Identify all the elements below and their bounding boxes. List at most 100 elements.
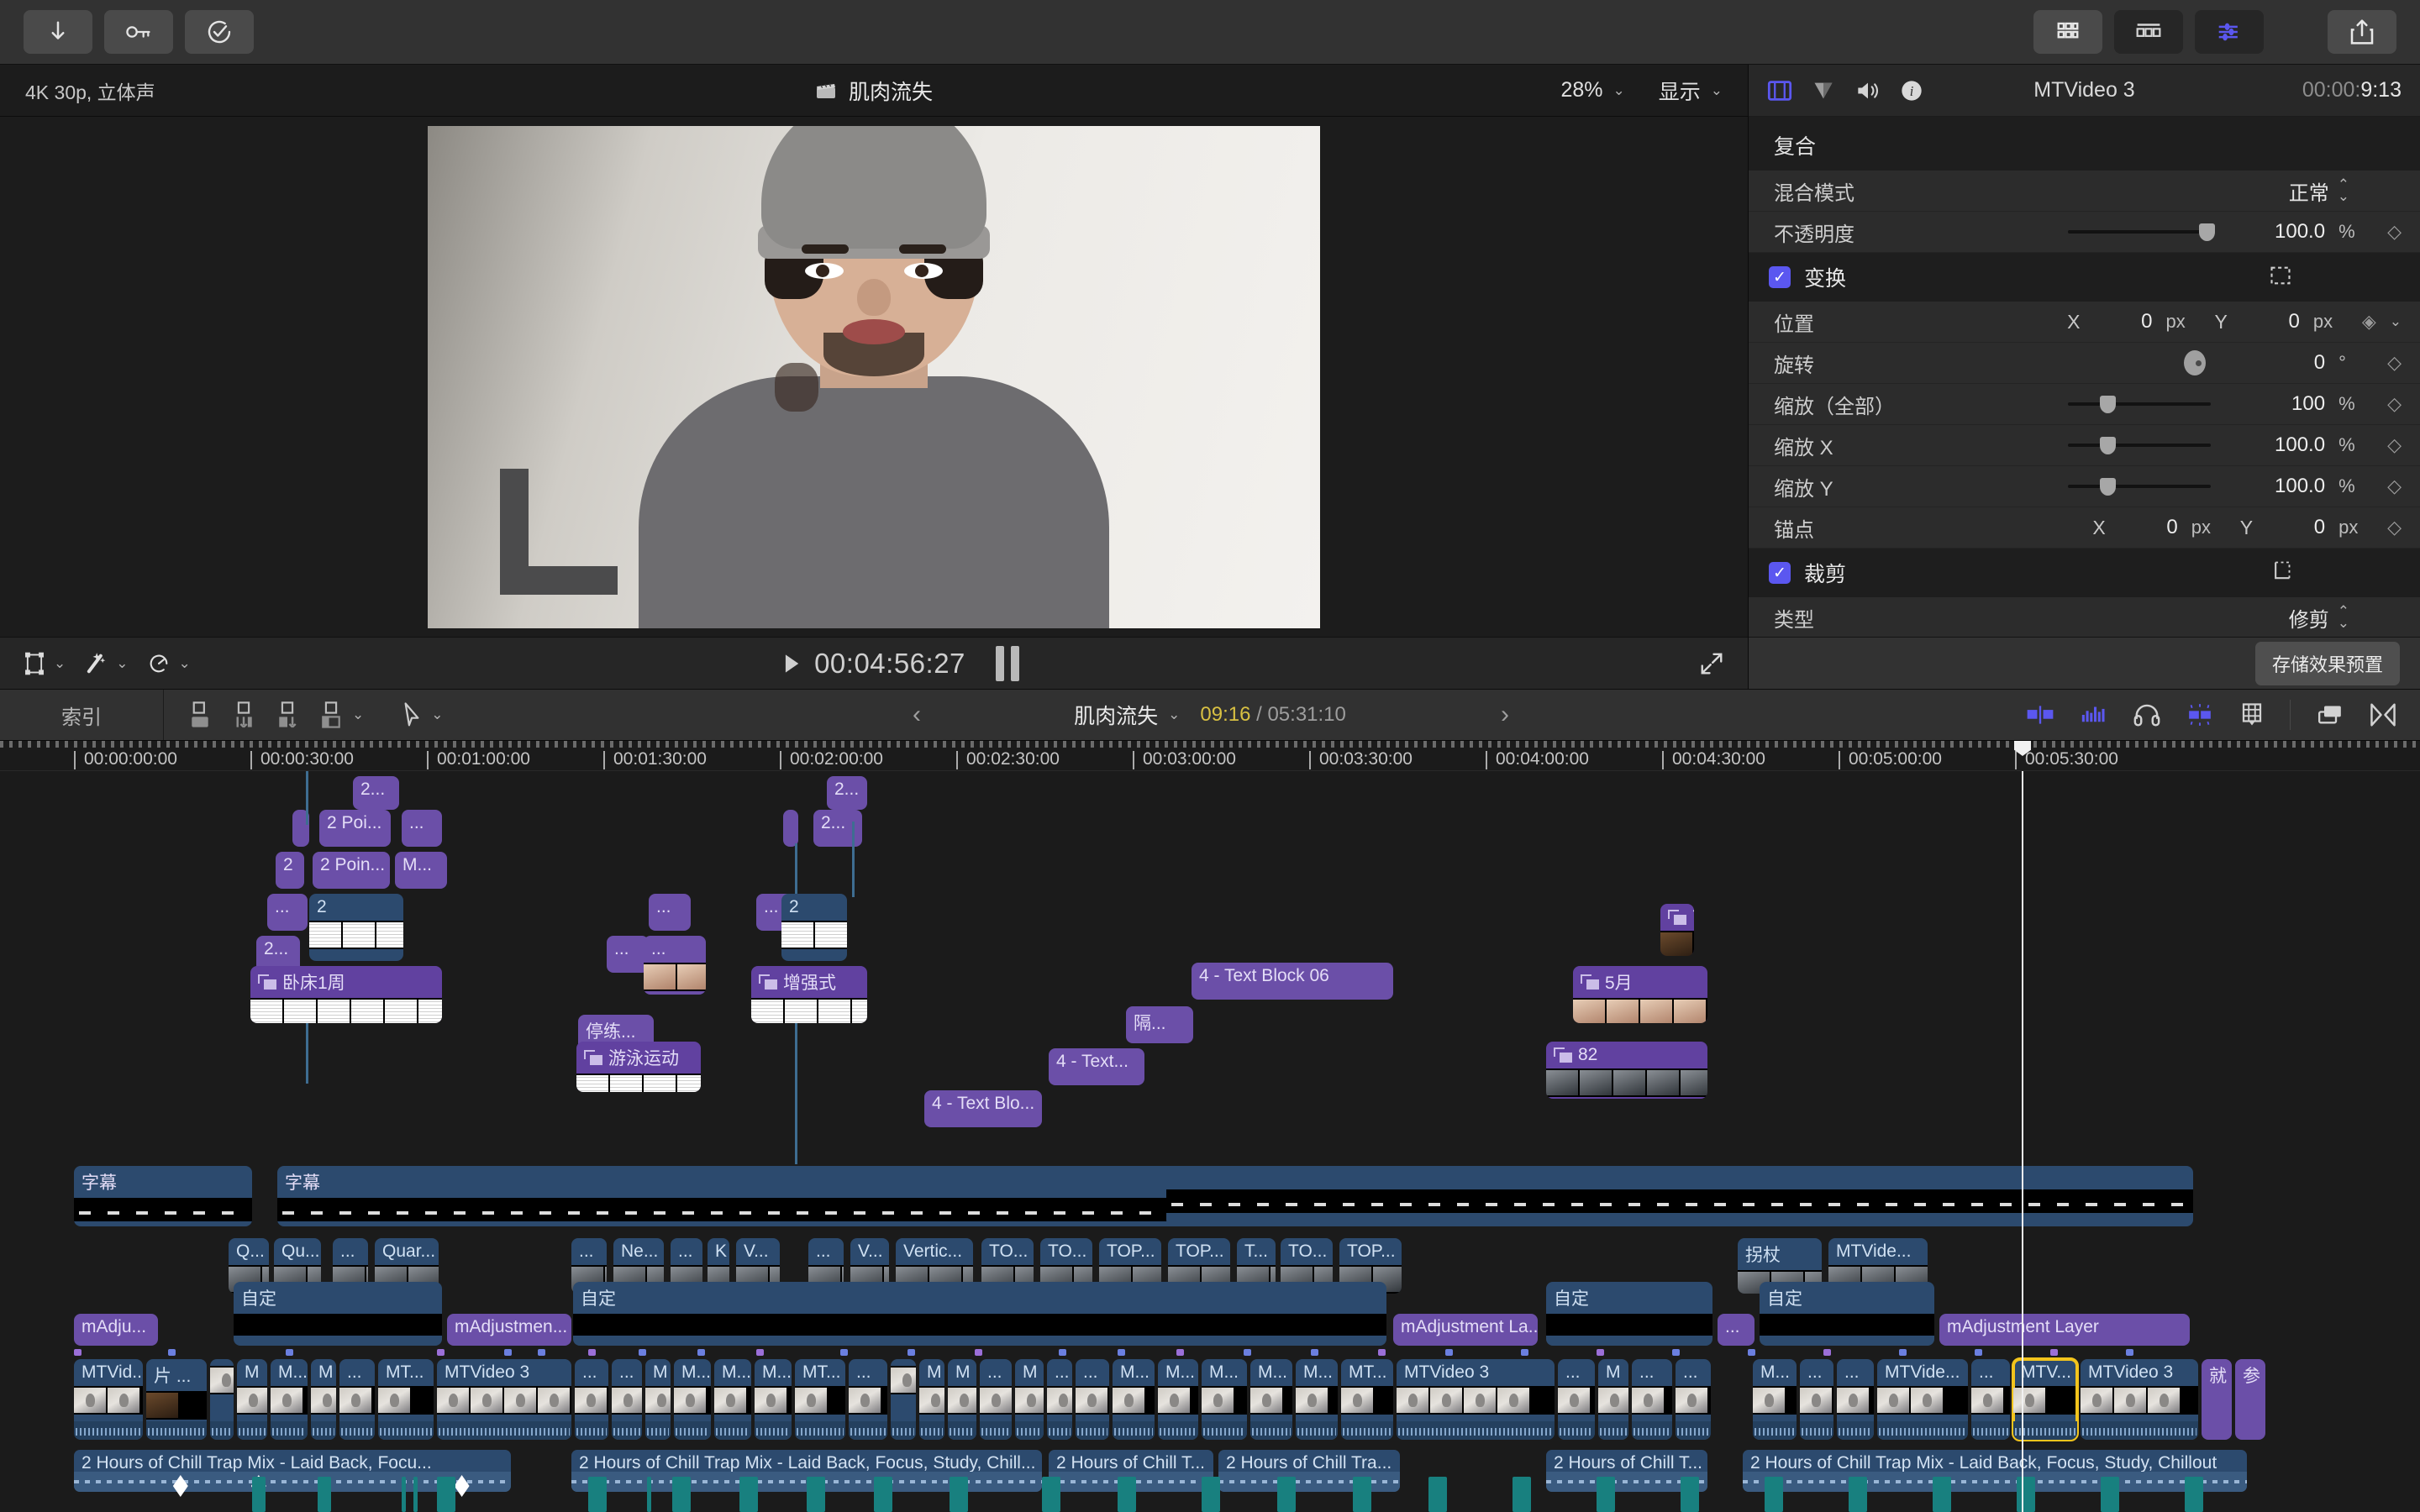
timeline-title-clip[interactable]: ...	[607, 936, 649, 973]
timeline-subtitle-clip[interactable]: 字幕	[74, 1166, 252, 1226]
transform-onscreen-controls-button[interactable]	[2269, 265, 2292, 290]
previous-project-button[interactable]: ‹	[913, 701, 921, 729]
overwrite-clip-icon[interactable]	[318, 701, 344, 729]
display-options-menu[interactable]: 显示 ⌄	[1659, 76, 1723, 106]
scale-all-value[interactable]: 100	[2224, 392, 2325, 416]
timeline-main-clip[interactable]: M...	[1250, 1359, 1292, 1440]
timeline-main-clip[interactable]	[891, 1359, 916, 1440]
timeline-main-clip[interactable]: ...	[612, 1359, 642, 1440]
timeline-main-clip[interactable]: M	[311, 1359, 336, 1440]
timeline-main-clip[interactable]: ...	[1837, 1359, 1874, 1440]
chevron-down-icon[interactable]: ⌄	[2390, 313, 2402, 330]
crop-section-header[interactable]: ✓ 裁剪	[1749, 549, 2420, 597]
timeline-main-clip[interactable]: M...	[271, 1359, 308, 1440]
keyframe-diamond-icon[interactable]: ◇	[2387, 475, 2402, 497]
crop-type-popup[interactable]: 修剪 ⌃ ⌄	[2289, 603, 2349, 633]
timeline-main-clip[interactable]: M...	[755, 1359, 792, 1440]
next-project-button[interactable]: ›	[1501, 701, 1509, 729]
opacity-slider[interactable]	[2068, 223, 2216, 241]
chevron-down-icon[interactable]: ⌄	[431, 706, 443, 723]
transform-enable-checkbox[interactable]: ✓	[1769, 266, 1791, 288]
save-effects-preset-button[interactable]: 存储效果预置	[2254, 641, 2400, 685]
scale-x-slider[interactable]	[2068, 437, 2212, 454]
timeline-storyline-clip[interactable]: ...	[644, 936, 706, 995]
transform-tool[interactable]: ⌄	[24, 652, 66, 675]
timeline-title-clip[interactable]: 2 Poin...	[313, 852, 390, 889]
fit-width-icon[interactable]	[2370, 702, 2396, 727]
timeline-main-clip[interactable]: MT...	[1341, 1359, 1393, 1440]
timeline-title-clip[interactable]: ...	[402, 810, 442, 847]
blend-mode-popup[interactable]: 正常 ⌃ ⌄	[2289, 176, 2349, 206]
timeline-main-clip[interactable]: M	[1015, 1359, 1044, 1440]
timeline-compound-clip[interactable]: 增强式	[751, 966, 867, 1023]
expand-arrows-icon[interactable]	[1699, 651, 1724, 676]
rotation-row[interactable]: 旋转 0 ° ◇	[1749, 343, 2420, 384]
timeline-title-clip[interactable]: ...	[267, 894, 308, 931]
timeline-title-clip[interactable]: 隔...	[1126, 1006, 1193, 1043]
viewer-canvas[interactable]	[0, 117, 1748, 637]
scale-y-value[interactable]: 100.0	[2224, 475, 2325, 498]
timeline-main-clip[interactable]: MTVideo 3	[437, 1359, 571, 1440]
timeline-main-clip[interactable]: ...	[339, 1359, 375, 1440]
import-media-button[interactable]	[24, 10, 92, 54]
timeline-adjustment-clip[interactable]: 自定	[234, 1282, 442, 1346]
timeline-main-clip[interactable]: ...	[1076, 1359, 1109, 1440]
analyze-button[interactable]	[185, 10, 254, 54]
timeline-index-button[interactable]: 索引	[0, 690, 164, 740]
timeline-tracks[interactable]: 2... 2 Poi...... 2 2 Poin... M...... 2... 2...…	[0, 771, 2420, 1512]
timeline-main-clip[interactable]: MT...	[378, 1359, 434, 1440]
timeline-adjustment-clip[interactable]: mAdjustmen...	[447, 1314, 571, 1346]
timeline-main-clip[interactable]: M...	[1202, 1359, 1247, 1440]
timeline-ruler[interactable]: 00:00:00:00 00:00:30:00 00:01:00:00 00:01:3…	[0, 741, 2420, 771]
timeline-main-clip[interactable]: M...	[674, 1359, 711, 1440]
timeline-main-clip[interactable]: M	[919, 1359, 944, 1440]
timeline-main-clip[interactable]: ...	[1047, 1359, 1072, 1440]
timeline-main-clip[interactable]: ...	[1676, 1359, 1711, 1440]
timeline-compound-clip[interactable]: 卧床1周	[250, 966, 442, 1023]
timeline-title-clip[interactable]: 2...	[813, 810, 862, 847]
audio-bars-icon[interactable]	[2080, 704, 2108, 726]
anchor-y-value[interactable]: 0	[2266, 516, 2325, 539]
timeline-main-clip[interactable]: ...	[1800, 1359, 1833, 1440]
keyframe-diamond-icon[interactable]: ◇	[2387, 352, 2402, 374]
timeline-main-clip[interactable]: ...	[1632, 1359, 1672, 1440]
timeline-main-clip[interactable]: M...	[714, 1359, 751, 1440]
connect-clip-icon[interactable]	[187, 701, 213, 729]
scale-all-row[interactable]: 缩放（全部） 100 % ◇	[1749, 384, 2420, 425]
timeline-adjustment-clip[interactable]: mAdjustment Layer	[1939, 1314, 2190, 1346]
timeline-main-clip[interactable]: MT...	[795, 1359, 845, 1440]
timeline-main-clip[interactable]: 就	[2202, 1359, 2232, 1440]
timeline-area[interactable]: 00:00:00:00 00:00:30:00 00:01:00:00 00:01:3…	[0, 741, 2420, 1512]
timeline-main-clip[interactable]: ...	[575, 1359, 608, 1440]
timeline-adjustment-clip[interactable]: mAdjustment La...	[1393, 1314, 1538, 1346]
timeline-title-clip[interactable]	[783, 810, 798, 847]
crop-enable-checkbox[interactable]: ✓	[1769, 562, 1791, 584]
insert-clip-icon[interactable]	[231, 701, 256, 729]
timeline-title-clip[interactable]: M...	[395, 852, 447, 889]
timeline-storyline-clip[interactable]: 2	[781, 894, 847, 961]
timeline-main-clip[interactable]: M	[1598, 1359, 1628, 1440]
timeline-adjustment-clip[interactable]: 自定	[1760, 1282, 1934, 1346]
keyframe-add-icon[interactable]: ◈	[2362, 311, 2376, 333]
scale-y-slider[interactable]	[2068, 478, 2212, 496]
timeline-title-clip[interactable]: 4 - Text...	[1049, 1048, 1144, 1085]
scale-x-row[interactable]: 缩放 X 100.0 % ◇	[1749, 425, 2420, 466]
info-circle-icon[interactable]: i	[1900, 79, 1923, 102]
timeline-title-clip[interactable]: 4 - Text Block 06	[1192, 963, 1393, 1000]
timeline-title-clip[interactable]: 2 Poi...	[319, 810, 391, 847]
keyword-button[interactable]	[104, 10, 173, 54]
keyframe-diamond-icon[interactable]: ◇	[2387, 221, 2402, 243]
timeline-main-clip[interactable]: M	[237, 1359, 267, 1440]
timeline-compound-clip[interactable]: 游泳运动	[576, 1042, 701, 1092]
playhead[interactable]	[2022, 771, 2023, 1512]
anchor-x-value[interactable]: 0	[2119, 516, 2177, 539]
timeline-storyline-clip[interactable]: 2	[309, 894, 403, 961]
timeline-music-clip[interactable]: 2 Hours of Chill Trap Mix - Laid Back, F…	[1743, 1450, 2247, 1492]
timeline-compound-clip[interactable]: 5月	[1573, 966, 1707, 1023]
clip-split-icon[interactable]	[2026, 704, 2054, 726]
timeline-main-clip[interactable]: 参	[2235, 1359, 2265, 1440]
headphones-icon[interactable]	[2133, 702, 2160, 727]
timeline-main-clip[interactable]: M...	[1158, 1359, 1198, 1440]
keyframe-diamond-icon[interactable]: ◇	[2387, 517, 2402, 538]
scale-x-value[interactable]: 100.0	[2224, 433, 2325, 457]
